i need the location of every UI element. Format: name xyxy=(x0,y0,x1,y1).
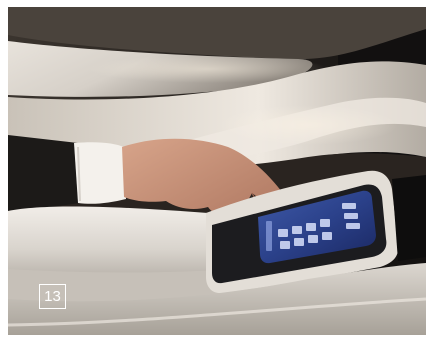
photo-illustration xyxy=(8,7,426,335)
figure-number-badge: 13 xyxy=(39,284,66,309)
photo-frame: 13 xyxy=(0,0,434,342)
cabin-touchscreen-photo xyxy=(8,7,426,335)
